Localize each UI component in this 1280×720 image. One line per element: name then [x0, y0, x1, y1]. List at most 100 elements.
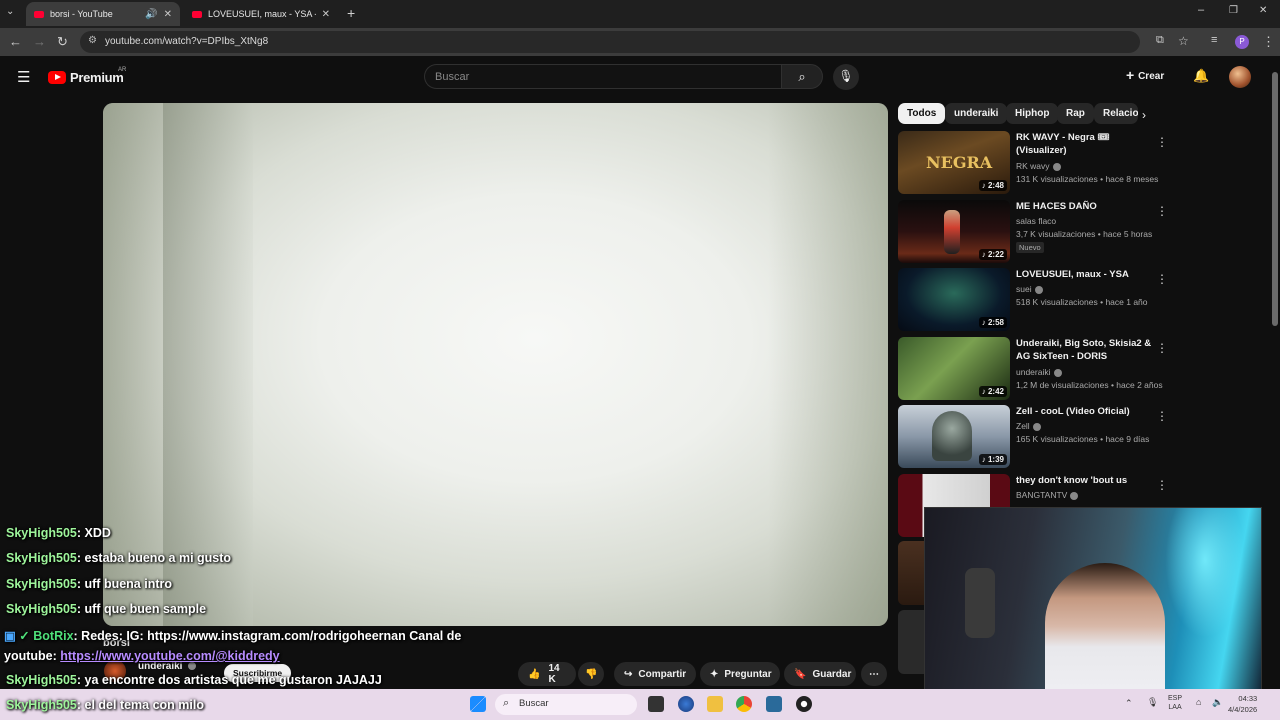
chip-rap[interactable]: Rap [1057, 103, 1094, 124]
recommendation-title[interactable]: Underaiki, Big Soto, Skisia2 & AG SixTee… [1016, 337, 1154, 363]
recommendation-meta: 3,7 K visualizaciones • hace 5 horas [1016, 229, 1153, 239]
video-thumbnail[interactable]: ♪ 2:42 [898, 337, 1010, 400]
reload-icon[interactable]: ↻ [57, 34, 68, 50]
close-window-icon[interactable]: ✕ [1259, 5, 1267, 16]
recommendation-channel[interactable]: RK wavy [1016, 161, 1061, 171]
share-label: Compartir [638, 668, 687, 680]
maximize-icon[interactable]: ❐ [1229, 5, 1238, 16]
tab-search-icon[interactable]: ⌄ [6, 6, 14, 17]
video-player[interactable] [103, 103, 888, 626]
site-info-icon[interactable]: ⚙ [88, 35, 97, 46]
search-input[interactable]: Buscar [424, 64, 781, 89]
new-tab-icon[interactable]: + [347, 5, 355, 21]
recommendation-item[interactable]: ♪ 2:58 LOVEUSUEI, maux - YSA suei 518 K … [898, 268, 1174, 332]
recommendation-channel[interactable]: BANGTANTV [1016, 490, 1079, 500]
windows-start-icon[interactable] [470, 696, 486, 712]
duration-badge: ♪ 2:48 [978, 180, 1007, 191]
obs-icon[interactable] [796, 696, 812, 712]
voice-search-icon[interactable]: 🎙 [833, 64, 859, 90]
install-icon[interactable]: ⧉ [1156, 34, 1164, 47]
close-tab-icon[interactable]: ✕ [322, 9, 330, 20]
video-thumbnail[interactable]: NEGRA ♪ 2:48 [898, 131, 1010, 194]
youtube-premium-logo[interactable]: Premium AR [48, 67, 126, 85]
kebab-menu-icon[interactable]: ⋮ [1156, 341, 1168, 355]
settings-app-icon[interactable] [678, 696, 694, 712]
chat-bot-message: ▣ ✓ BotRix: Redes: IG: https://www.insta… [4, 629, 462, 643]
kebab-menu-icon[interactable]: ⋮ [1156, 204, 1168, 218]
like-button[interactable]: 👍 14 K [518, 662, 576, 686]
create-label: Crear [1138, 71, 1165, 82]
task-view-icon[interactable] [648, 696, 664, 712]
video-thumbnail[interactable]: ♪ 1:39 [898, 405, 1010, 468]
search-icon: ⌕ [798, 69, 806, 84]
duration-badge: ♪ 2:58 [978, 317, 1007, 328]
verified-icon [188, 662, 197, 671]
notifications-bell-icon[interactable]: 🔔 [1193, 68, 1209, 84]
browser-menu-icon[interactable]: ⋮ [1262, 34, 1275, 50]
share-icon: ↪ [624, 668, 633, 680]
kebab-menu-icon[interactable]: ⋮ [1156, 478, 1168, 492]
create-button[interactable]: + Crear [1126, 67, 1164, 83]
page-scrollbar[interactable] [1272, 72, 1278, 326]
tray-overflow-icon[interactable]: ⌃ [1125, 698, 1133, 709]
media-controls-icon[interactable]: ≡ [1211, 34, 1217, 46]
save-button[interactable]: 🔖 Guardar [784, 662, 856, 686]
file-explorer-icon[interactable] [707, 696, 723, 712]
chip-relacionados[interactable]: Relacio [1094, 103, 1138, 124]
taskbar-search-input[interactable]: ⌕ Buscar [495, 694, 637, 715]
recommendation-title[interactable]: RK WAVY - Negra 🎟 (Visualizer) [1016, 131, 1154, 157]
account-avatar[interactable] [1229, 66, 1251, 88]
forward-icon[interactable]: → [33, 34, 46, 49]
recommendation-channel[interactable]: underaiki [1016, 367, 1062, 377]
recommendation-channel[interactable]: Zell [1016, 421, 1041, 431]
kebab-menu-icon[interactable]: ⋮ [1156, 272, 1168, 286]
more-actions-button[interactable]: ⋯ [861, 662, 887, 686]
address-bar[interactable]: ⚙ youtube.com/watch?v=DPIbs_XtNg8 [80, 31, 1140, 53]
network-icon[interactable]: ⌂ [1196, 697, 1201, 707]
chip-todos[interactable]: Todos [898, 103, 946, 124]
kebab-menu-icon[interactable]: ⋮ [1156, 409, 1168, 423]
recommendation-channel[interactable]: salas flaco [1016, 216, 1056, 226]
recommendation-item[interactable]: ♪ 1:39 Zell - cooL (Video Oficial) Zell … [898, 405, 1174, 469]
chat-link[interactable]: https://www.youtube.com/@kiddredy [60, 649, 279, 663]
chat-message: SkyHigh505: ya encontre dos artistas que… [6, 673, 382, 687]
video-thumbnail[interactable] [898, 610, 924, 674]
microphone-tray-icon[interactable]: 🎙 [1147, 697, 1158, 708]
tab-borsi[interactable]: borsi - YouTube 🔊 ✕ [26, 2, 180, 26]
chrome-icon[interactable] [736, 696, 752, 712]
profile-avatar[interactable]: P [1235, 35, 1249, 49]
video-thumbnail[interactable]: ♪ 2:22 [898, 200, 1010, 263]
system-clock[interactable]: 04:33 4/4/2026 [1228, 693, 1257, 715]
recommendation-channel[interactable]: suei [1016, 284, 1043, 294]
bookmark-star-icon[interactable]: ☆ [1178, 34, 1189, 48]
minimize-icon[interactable]: – [1198, 4, 1204, 16]
back-icon[interactable]: ← [9, 34, 22, 49]
tab-title: borsi - YouTube [50, 9, 113, 19]
speaker-icon[interactable]: 🔊 [145, 9, 157, 20]
tab-loveusuei[interactable]: LOVEUSUEI, maux - YSA - YouTu ✕ [184, 2, 338, 26]
recommendation-item[interactable]: NEGRA ♪ 2:48 RK WAVY - Negra 🎟 (Visualiz… [898, 131, 1174, 195]
share-button[interactable]: ↪ Compartir [614, 662, 696, 686]
recommendation-title[interactable]: ME HACES DAÑO [1016, 200, 1154, 213]
chip-hiphop[interactable]: Hiphop [1006, 103, 1059, 124]
dislike-button[interactable]: 👎 [578, 662, 604, 686]
verified-icon [1032, 422, 1041, 431]
ask-button[interactable]: ✦ Preguntar [700, 662, 780, 686]
recommendation-title[interactable]: they don't know 'bout us [1016, 474, 1154, 487]
recommendation-title[interactable]: LOVEUSUEI, maux - YSA [1016, 268, 1154, 281]
recommendation-item[interactable]: ♪ 2:42 Underaiki, Big Soto, Skisia2 & AG… [898, 337, 1174, 401]
kebab-menu-icon[interactable]: ⋮ [1156, 135, 1168, 149]
chip-underaiki[interactable]: underaiki [945, 103, 1008, 124]
photos-app-icon[interactable] [766, 696, 782, 712]
recommendation-item[interactable]: ♪ 2:22 ME HACES DAÑO salas flaco 3,7 K v… [898, 200, 1174, 264]
language-indicator[interactable]: ESP LAA [1168, 694, 1182, 712]
volume-icon[interactable]: 🔈 [1212, 697, 1223, 708]
video-thumbnail[interactable]: ♪ 2:58 [898, 268, 1010, 331]
video-thumbnail[interactable] [898, 541, 924, 605]
recommendation-title[interactable]: Zell - cooL (Video Oficial) [1016, 405, 1154, 418]
verified-icon [1034, 285, 1043, 294]
hamburger-menu-icon[interactable]: ☰ [17, 68, 30, 86]
chevron-right-icon[interactable]: › [1142, 108, 1146, 122]
search-button[interactable]: ⌕ [781, 64, 823, 89]
close-tab-icon[interactable]: ✕ [164, 9, 172, 20]
